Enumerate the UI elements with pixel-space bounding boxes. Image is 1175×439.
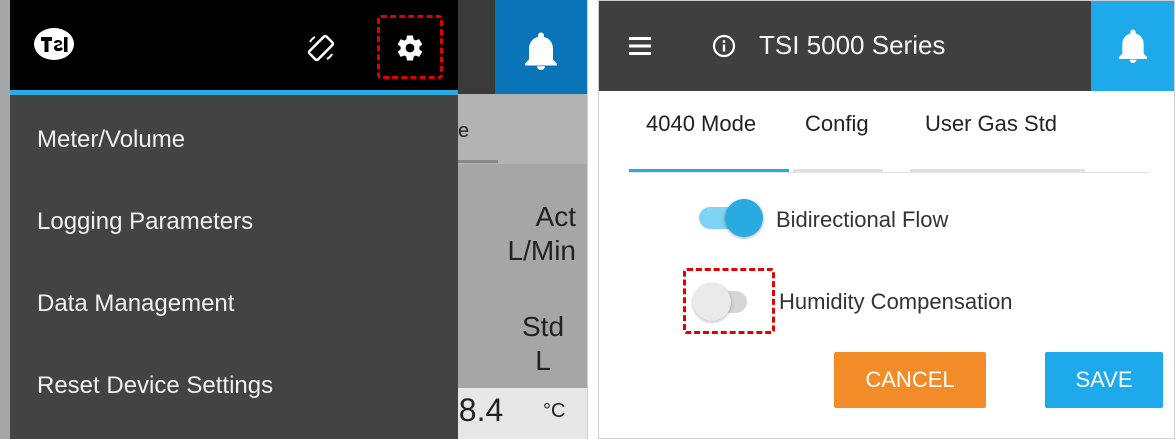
bidirectional-flow-label: Bidirectional Flow — [776, 207, 949, 232]
act-unit: L/Min — [507, 235, 576, 266]
notification-button[interactable] — [495, 0, 587, 94]
tab-user-gas-std[interactable]: User Gas Std — [925, 111, 1057, 137]
drawer-accent-bar — [10, 90, 458, 95]
act-label: Act — [535, 201, 576, 232]
std-unit: L — [535, 345, 551, 376]
info-icon[interactable] — [712, 34, 736, 58]
humidity-compensation-label: Humidity Compensation — [779, 289, 1013, 314]
cancel-button[interactable]: CANCEL — [834, 352, 986, 408]
background-tab-underline — [458, 160, 498, 163]
right-screenshot: TSI 5000 Series 4040 Mode Config User Ga… — [598, 0, 1175, 439]
left-screenshot: e Act L/Min Std L 28.4 °C Meter/Volume L… — [0, 0, 588, 439]
tab-divider — [629, 172, 1149, 173]
menu-item-data-management[interactable]: Data Management — [10, 274, 458, 334]
tab-config[interactable]: Config — [805, 111, 869, 137]
act-column-header: Act L/Min — [458, 200, 587, 268]
menu-item-label: Logging Parameters — [37, 208, 254, 235]
menu-icon[interactable] — [629, 37, 651, 55]
toggle-thumb — [725, 199, 763, 237]
settings-highlight — [377, 15, 443, 79]
navigation-drawer: Meter/Volume Logging Parameters Data Man… — [10, 0, 458, 439]
background-tab: e — [458, 94, 587, 164]
menu-item-logging-parameters[interactable]: Logging Parameters — [10, 192, 458, 252]
screen-rotation-icon[interactable] — [306, 33, 336, 63]
menu-item-meter-volume[interactable]: Meter/Volume — [10, 110, 458, 170]
tab-4040-mode[interactable]: 4040 Mode — [646, 111, 756, 137]
drawer-header — [10, 0, 458, 90]
notification-button[interactable] — [1091, 1, 1174, 91]
menu-item-label: Meter/Volume — [37, 126, 186, 153]
std-column-header: Std L — [458, 310, 587, 378]
bell-icon — [525, 32, 557, 70]
menu-item-reset-device-settings[interactable]: Reset Device Settings — [10, 356, 458, 416]
gear-icon[interactable] — [395, 33, 425, 63]
bell-icon — [1119, 29, 1147, 64]
menu-item-label: Reset Device Settings — [37, 372, 274, 399]
tsi-logo — [34, 28, 74, 60]
temperature-readout: 28.4 °C — [441, 388, 587, 439]
background-tab-label: e — [458, 120, 470, 142]
app-bar: TSI 5000 Series — [599, 1, 1174, 91]
toggle-thumb — [693, 283, 731, 321]
temperature-unit: °C — [543, 400, 566, 422]
app-title: TSI 5000 Series — [759, 30, 946, 60]
std-label: Std — [521, 311, 565, 342]
menu-item-label: Data Management — [37, 290, 235, 317]
save-button[interactable]: SAVE — [1045, 352, 1163, 408]
